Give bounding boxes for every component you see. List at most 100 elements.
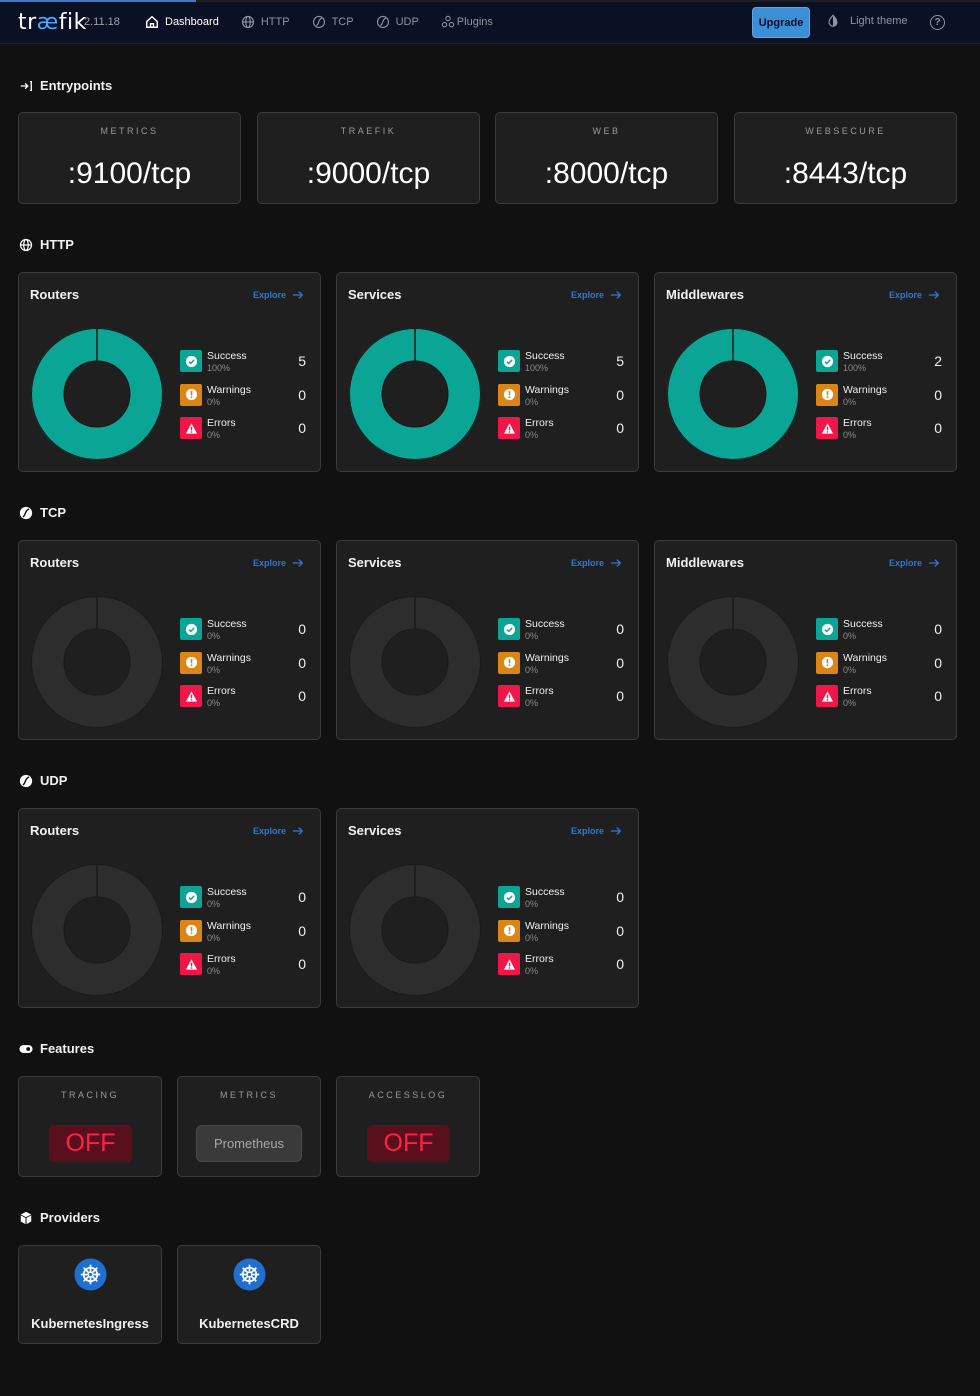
legend-row-errors[interactable]: Errors 0% 0 xyxy=(498,952,624,986)
stat-card-title: Services xyxy=(348,823,402,838)
legend-percent: 0% xyxy=(843,631,857,641)
logo-text-suffix: fik xyxy=(58,10,87,35)
legend-row-success[interactable]: Success 100% 5 xyxy=(180,349,306,383)
explore-link[interactable]: Explore xyxy=(889,557,940,569)
feature-name: METRICS xyxy=(220,1090,278,1100)
arrow-right-icon xyxy=(610,291,622,299)
status-donut-chart xyxy=(31,328,163,460)
status-donut-chart xyxy=(667,596,799,728)
legend-row-success[interactable]: Success 0% 0 xyxy=(816,617,942,651)
legend-label: Errors xyxy=(843,417,872,429)
legend-percent: 100% xyxy=(207,363,231,373)
legend-row-errors[interactable]: Errors 0% 0 xyxy=(180,684,306,718)
legend-percent: 0% xyxy=(207,698,221,708)
explore-link[interactable]: Explore xyxy=(253,825,304,837)
provider-card-kubernetes-ingress[interactable]: KubernetesIngress xyxy=(18,1245,162,1344)
legend-row-errors[interactable]: Errors 0% 0 xyxy=(180,416,306,450)
legend-row-success[interactable]: Success 0% 0 xyxy=(180,885,306,919)
explore-label: Explore xyxy=(888,558,922,568)
provider-card-kubernetes-crd[interactable]: KubernetesCRD xyxy=(177,1245,321,1344)
legend-row-warnings[interactable]: Warnings 0% 0 xyxy=(816,651,942,685)
legend-row-warnings[interactable]: Warnings 0% 0 xyxy=(180,651,306,685)
legend-count: 0 xyxy=(616,688,624,704)
check-circle-icon xyxy=(185,355,197,367)
traefik-logo[interactable]: træfik xyxy=(18,10,87,35)
legend-row-success[interactable]: Success 100% 2 xyxy=(816,349,942,383)
top-navigation-bar: træfik 2.11.18 Dashboard HTTP TCP UDP Pl… xyxy=(0,0,980,44)
legend-row-success[interactable]: Success 100% 5 xyxy=(498,349,624,383)
nav-udp[interactable]: UDP xyxy=(376,15,419,29)
nav-tcp[interactable]: TCP xyxy=(312,15,354,29)
legend-row-errors[interactable]: Errors 0% 0 xyxy=(180,952,306,986)
entrypoint-card-websecure: WEBSECURE :8443/tcp xyxy=(734,112,957,204)
status-donut-chart xyxy=(31,864,163,996)
check-circle-icon xyxy=(503,355,515,367)
legend-percent: 0% xyxy=(525,396,539,407)
legend-percent: 100% xyxy=(525,363,549,373)
explore-label: Explore xyxy=(570,290,604,300)
legend-row-success[interactable]: Success 0% 0 xyxy=(180,617,306,651)
legend-percent: 0% xyxy=(525,631,539,641)
legend-count: 0 xyxy=(616,386,624,403)
legend-label: Errors xyxy=(843,685,872,697)
explore-label: Explore xyxy=(570,558,604,568)
legend-count: 0 xyxy=(298,956,306,972)
explore-label: Explore xyxy=(252,290,286,300)
legend-row-errors[interactable]: Errors 0% 0 xyxy=(816,416,942,450)
section-title-text: UDP xyxy=(40,773,68,788)
tcp-services-card: Services Explore Success 0% 0 Warnings 0… xyxy=(336,540,639,740)
legend-percent: 0% xyxy=(843,396,857,407)
nav-dashboard[interactable]: Dashboard xyxy=(145,15,219,29)
legend-row-warnings[interactable]: Warnings 0% 0 xyxy=(180,919,306,953)
light-theme-toggle[interactable]: Light theme xyxy=(826,14,907,28)
error-badge xyxy=(816,685,838,707)
legend-row-warnings[interactable]: Warnings 0% 0 xyxy=(180,383,306,417)
legend-row-warnings[interactable]: Warnings 0% 0 xyxy=(498,383,624,417)
tcp-middlewares-card: Middlewares Explore Success 0% 0 Warning… xyxy=(654,540,957,740)
arrow-right-icon xyxy=(292,291,304,299)
explore-link[interactable]: Explore xyxy=(571,289,622,301)
help-icon[interactable]: ? xyxy=(930,15,945,30)
success-badge xyxy=(498,350,520,372)
toggle-icon xyxy=(19,1044,33,1053)
nav-plugins[interactable]: Plugins xyxy=(441,15,493,29)
legend-row-warnings[interactable]: Warnings 0% 0 xyxy=(498,651,624,685)
legend-row-success[interactable]: Success 0% 0 xyxy=(498,885,624,919)
warning-triangle-icon xyxy=(185,958,197,970)
warning-triangle-icon xyxy=(503,690,515,702)
legend-row-warnings[interactable]: Warnings 0% 0 xyxy=(498,919,624,953)
legend-row-errors[interactable]: Errors 0% 0 xyxy=(816,684,942,718)
legend-label: Errors xyxy=(525,417,554,429)
legend-label: Warnings xyxy=(207,383,251,396)
logo-text-prefix: tr xyxy=(18,10,37,35)
legend-percent: 100% xyxy=(843,363,867,373)
explore-link[interactable]: Explore xyxy=(253,557,304,569)
legend-label: Success xyxy=(207,886,247,898)
nav-http[interactable]: HTTP xyxy=(241,15,290,29)
section-title-text: TCP xyxy=(40,505,66,520)
theme-label: Light theme xyxy=(850,15,908,27)
legend-row-success[interactable]: Success 0% 0 xyxy=(498,617,624,651)
explore-link[interactable]: Explore xyxy=(571,557,622,569)
legend-row-warnings[interactable]: Warnings 0% 0 xyxy=(816,383,942,417)
upgrade-button[interactable]: Upgrade xyxy=(752,7,810,38)
exclamation-circle-icon xyxy=(503,388,515,401)
exclamation-circle-icon xyxy=(185,656,197,669)
legend-label: Warnings xyxy=(525,919,569,932)
legend-percent: 0% xyxy=(207,631,221,641)
warning-triangle-icon xyxy=(821,690,833,702)
udp-icon xyxy=(376,15,389,29)
explore-link[interactable]: Explore xyxy=(889,289,940,301)
exclamation-circle-icon xyxy=(821,656,833,669)
legend-row-errors[interactable]: Errors 0% 0 xyxy=(498,684,624,718)
status-legend: Success 0% 0 Warnings 0% 0 Errors 0% 0 xyxy=(498,617,624,718)
stat-card-title: Routers xyxy=(30,823,80,838)
donut-hole xyxy=(381,360,449,428)
explore-link[interactable]: Explore xyxy=(571,825,622,837)
explore-link[interactable]: Explore xyxy=(253,289,304,301)
http-section-title: HTTP xyxy=(19,237,74,252)
legend-row-errors[interactable]: Errors 0% 0 xyxy=(498,416,624,450)
udp-routers-card: Routers Explore Success 0% 0 Warnings 0% xyxy=(18,808,321,1008)
legend-count: 5 xyxy=(298,353,306,369)
legend-label: Success xyxy=(843,350,883,362)
